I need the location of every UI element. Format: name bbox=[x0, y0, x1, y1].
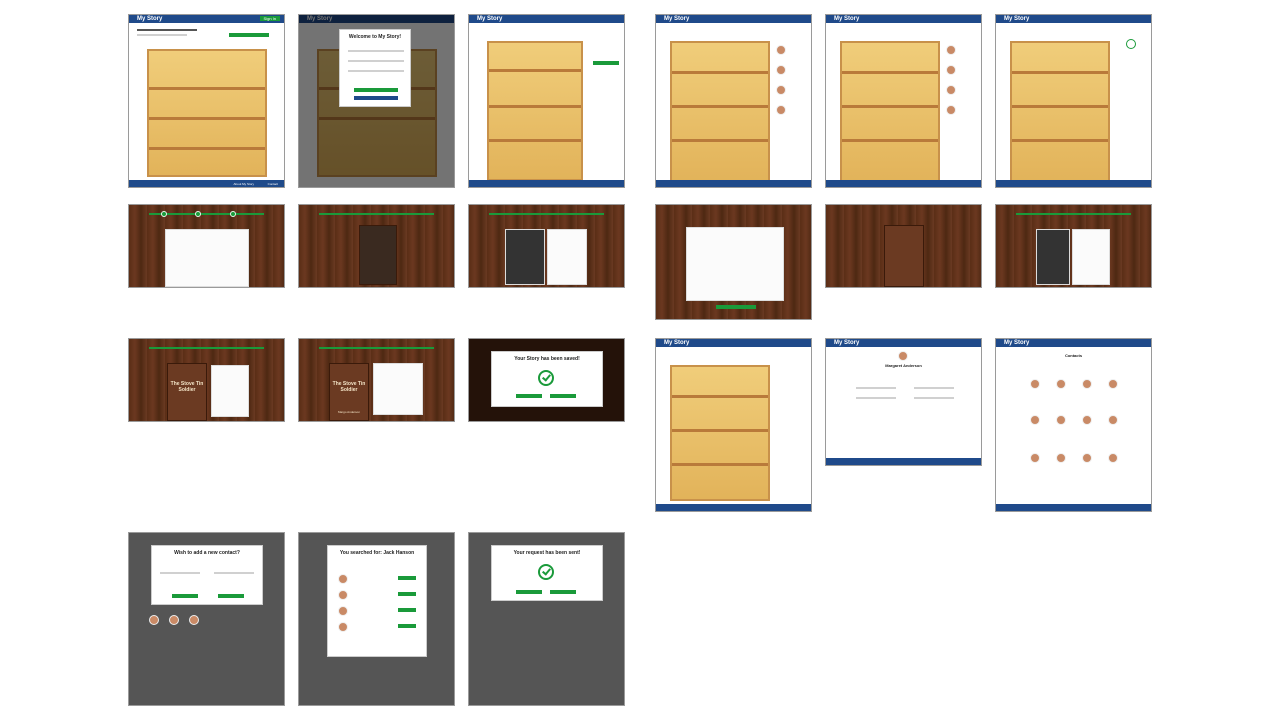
screen-shelf-empty-2: My Story bbox=[995, 14, 1152, 188]
sign-in-button[interactable]: Sign In bbox=[259, 16, 280, 21]
request-sent-modal: Your request has been sent! bbox=[491, 545, 603, 601]
screen-shelf-friends-2: My Story bbox=[825, 14, 982, 188]
screen-title-cover bbox=[298, 204, 455, 288]
saved-modal: Your Story has been saved! bbox=[491, 351, 603, 407]
header-bar: My Story Sign In bbox=[129, 15, 284, 23]
welcome-modal: Welcome to My Story! bbox=[339, 29, 411, 107]
screen-choose-theme bbox=[128, 204, 285, 288]
bookshelf bbox=[147, 49, 267, 177]
check-icon bbox=[538, 564, 554, 580]
contacts-title: Contacts bbox=[1064, 353, 1083, 358]
screen-saved: Your Story has been saved! bbox=[468, 338, 625, 422]
check-icon bbox=[538, 370, 554, 386]
screen-book-details: The Stove Tin Soldier bbox=[128, 338, 285, 422]
add-contact-modal: Wish to add a new contact? bbox=[151, 545, 263, 605]
modal-title: Welcome to My Story! bbox=[348, 34, 402, 40]
screen-reading bbox=[995, 204, 1152, 288]
screen-request-sent: Your request has been sent! bbox=[468, 532, 625, 706]
screen-shelf-friends-1: My Story bbox=[655, 14, 812, 188]
screen-write-story bbox=[655, 204, 812, 320]
profile-name: Margaret Anderson bbox=[885, 363, 922, 368]
footer-about[interactable]: About My Story bbox=[233, 182, 254, 186]
screen-finished-cover bbox=[825, 204, 982, 288]
screen-add-contact: Wish to add a new contact? bbox=[128, 532, 285, 706]
sign-up-button[interactable] bbox=[354, 88, 398, 92]
screen-empty-shelf: My Story bbox=[468, 14, 625, 188]
logo: My Story bbox=[137, 16, 163, 22]
screen-open-book bbox=[468, 204, 625, 288]
search-modal: You searched for: Jack Hanson bbox=[327, 545, 427, 657]
book-title: The Stove Tin Soldier bbox=[170, 380, 204, 393]
saved-title: Your Story has been saved! bbox=[514, 356, 580, 362]
screen-contacts: My Story Contacts bbox=[995, 338, 1152, 512]
screen-search-results: You searched for: Jack Hanson bbox=[298, 532, 455, 706]
screen-profile: My Story Margaret Anderson bbox=[825, 338, 982, 466]
screen-book-share: The Stove Tin Soldier Margo Anderson bbox=[298, 338, 455, 422]
screen-welcome-modal: My Story Welcome to My Story! bbox=[298, 14, 455, 188]
book-author: Margo Anderson bbox=[337, 410, 360, 415]
screen-landing: My Story Sign In About My Story Contact bbox=[128, 14, 285, 188]
footer-contact[interactable]: Contact bbox=[268, 182, 278, 186]
screen-friend-shelf: My Story bbox=[655, 338, 812, 512]
